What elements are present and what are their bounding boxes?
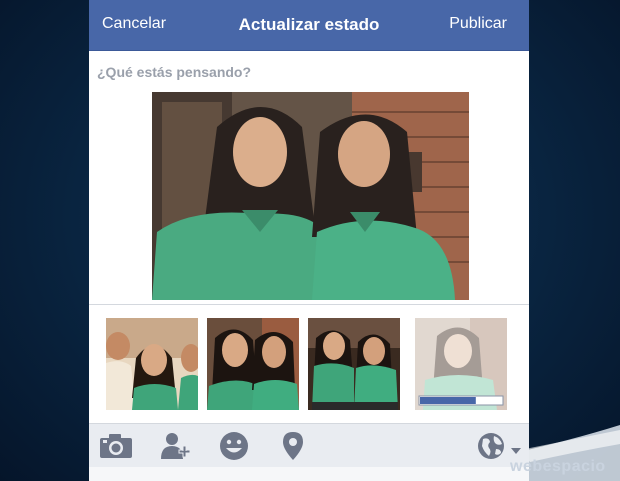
status-input[interactable] [97, 62, 517, 82]
camera-icon[interactable] [99, 433, 133, 464]
photo-thumbnail[interactable] [207, 318, 299, 410]
screen-bottom-edge [89, 467, 529, 481]
photo-thumbnail[interactable] [106, 318, 198, 410]
tag-friend-icon[interactable] [161, 432, 191, 465]
publish-button[interactable]: Publicar [449, 15, 507, 33]
watermark: webespacio [510, 458, 606, 475]
location-pin-icon[interactable] [282, 431, 304, 466]
photo-thumbnail-uploading[interactable] [415, 318, 507, 410]
composer-toolbar [89, 423, 529, 468]
smiley-icon[interactable] [219, 431, 249, 466]
photo-thumbnail[interactable] [308, 318, 400, 410]
top-bar: Cancelar Actualizar estado Publicar [89, 0, 529, 51]
photo-thumbnails [89, 305, 529, 423]
globe-icon[interactable] [477, 432, 507, 467]
status-update-screen: Cancelar Actualizar estado Publicar [89, 0, 529, 481]
attached-photo [152, 92, 469, 300]
upload-progress-fill [420, 397, 476, 404]
